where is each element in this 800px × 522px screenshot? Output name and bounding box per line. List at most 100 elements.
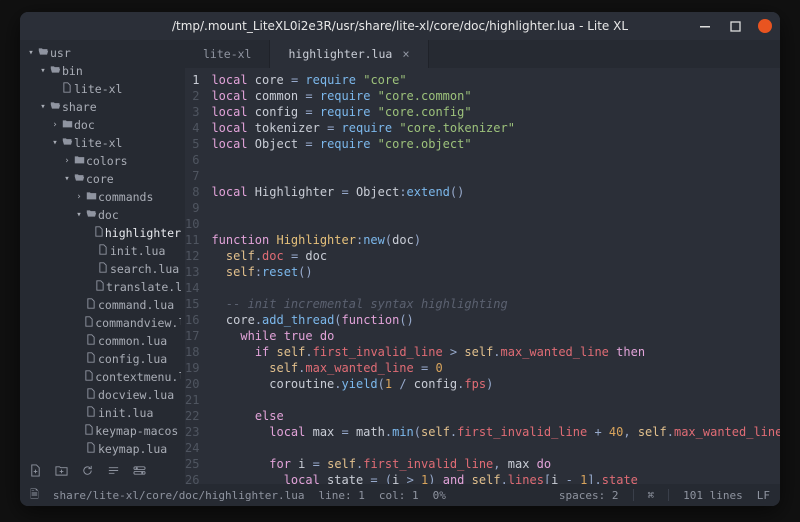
chevron-down-icon[interactable]: ▾ <box>50 138 60 148</box>
code-line[interactable] <box>211 168 780 184</box>
tree-folder[interactable]: ▾bin <box>20 62 185 80</box>
tree-item-label: usr <box>50 46 71 60</box>
code-line[interactable]: self.doc = doc <box>211 248 780 264</box>
code-line[interactable]: -- init incremental syntax highlighting <box>211 296 780 312</box>
tree-file[interactable]: keymap-macos.l <box>20 422 185 440</box>
tree-folder[interactable]: ›doc <box>20 116 185 134</box>
status-path: share/lite-xl/core/doc/highlighter.lua <box>53 489 305 502</box>
code-line[interactable]: local config = require "core.config" <box>211 104 780 120</box>
code-line[interactable] <box>211 152 780 168</box>
code-area[interactable]: 1234567891011121314151617181920212223242… <box>185 68 780 484</box>
minimize-button[interactable] <box>698 19 712 33</box>
status-file-icon: 🗎 <box>30 486 39 505</box>
tab-label: lite-xl <box>203 47 251 61</box>
tree-file[interactable]: docview.lua <box>20 386 185 404</box>
code-line[interactable] <box>211 200 780 216</box>
tree-item-label: config.lua <box>98 352 167 366</box>
tree-file[interactable]: highlighter.lu <box>20 224 185 242</box>
chevron-right-icon[interactable]: › <box>62 156 72 166</box>
tree-item-label: init.lua <box>98 406 153 420</box>
tree-folder[interactable]: ▾lite-xl <box>20 134 185 152</box>
tree-folder[interactable]: ›colors <box>20 152 185 170</box>
tree-file[interactable]: init.lua <box>20 404 185 422</box>
line-number: 7 <box>185 168 199 184</box>
titlebar[interactable]: /tmp/.mount_LiteXL0i2e3R/usr/share/lite-… <box>20 12 780 40</box>
line-number: 25 <box>185 456 199 472</box>
folder-icon <box>72 154 86 168</box>
code-line[interactable] <box>211 216 780 232</box>
folder-add-icon[interactable] <box>54 463 68 477</box>
reload-icon[interactable] <box>80 463 94 477</box>
folder-open-icon <box>84 208 98 222</box>
code-line[interactable]: local max = math.min(self.first_invalid_… <box>211 424 780 440</box>
chevron-down-icon[interactable]: ▾ <box>38 66 48 76</box>
line-number: 18 <box>185 344 199 360</box>
chevron-down-icon[interactable]: ▾ <box>38 102 48 112</box>
file-icon <box>94 226 105 240</box>
tree-file[interactable]: keymap.lua <box>20 440 185 456</box>
code-line[interactable]: function Highlighter:new(doc) <box>211 232 780 248</box>
tree-file[interactable]: common.lua <box>20 332 185 350</box>
code-line[interactable]: coroutine.yield(1 / config.fps) <box>211 376 780 392</box>
code-line[interactable]: self:reset() <box>211 264 780 280</box>
code-line[interactable]: else <box>211 408 780 424</box>
chevron-down-icon[interactable]: ▾ <box>26 48 36 58</box>
tree-file[interactable]: command.lua <box>20 296 185 314</box>
tree-item-label: search.lua <box>110 262 179 276</box>
code-line[interactable] <box>211 440 780 456</box>
tree-folder[interactable]: ▾core <box>20 170 185 188</box>
tree-folder[interactable]: ▾share <box>20 98 185 116</box>
file-tree[interactable]: ▾usr▾binlite-xl▾share›doc▾lite-xl›colors… <box>20 40 185 456</box>
code-line[interactable]: while true do <box>211 328 780 344</box>
close-button[interactable] <box>758 19 772 33</box>
tree-item-label: contextmenu.lu <box>95 370 181 384</box>
code-line[interactable]: local tokenizer = require "core.tokenize… <box>211 120 780 136</box>
code-line[interactable]: self.max_wanted_line = 0 <box>211 360 780 376</box>
code-line[interactable] <box>211 280 780 296</box>
line-number: 16 <box>185 312 199 328</box>
settings-toggle-icon[interactable] <box>132 463 146 477</box>
chevron-down-icon[interactable]: ▾ <box>62 174 72 184</box>
code-line[interactable]: core.add_thread(function() <box>211 312 780 328</box>
window-title: /tmp/.mount_LiteXL0i2e3R/usr/share/lite-… <box>172 19 628 33</box>
tab[interactable]: lite-xl <box>185 40 270 68</box>
close-icon[interactable]: × <box>402 47 409 61</box>
maximize-button[interactable] <box>728 19 742 33</box>
chevron-down-icon[interactable]: ▾ <box>74 210 84 220</box>
code-content[interactable]: local core = require "core"local common … <box>207 68 780 484</box>
code-line[interactable]: local core = require "core" <box>211 72 780 88</box>
tree-file[interactable]: contextmenu.lu <box>20 368 185 386</box>
tree-folder[interactable]: ▾ doc <box>20 206 185 224</box>
code-line[interactable] <box>211 392 780 408</box>
file-add-icon[interactable] <box>28 463 42 477</box>
tree-folder[interactable]: ▾ usr <box>20 44 185 62</box>
folder-icon <box>60 118 74 132</box>
tree-file[interactable]: config.lua <box>20 350 185 368</box>
status-tree-icon[interactable]: ⌘ <box>648 489 655 502</box>
tree-file[interactable]: init.lua <box>20 242 185 260</box>
line-number: 19 <box>185 360 199 376</box>
chevron-right-icon[interactable]: › <box>74 192 84 202</box>
collapse-icon[interactable] <box>106 463 120 477</box>
status-indent[interactable]: spaces: 2 <box>559 489 619 502</box>
status-eol[interactable]: LF <box>757 489 770 502</box>
line-number: 21 <box>185 392 199 408</box>
code-line[interactable]: if self.first_invalid_line > self.max_wa… <box>211 344 780 360</box>
tree-item-label: lite-xl <box>74 82 122 96</box>
file-icon <box>83 316 95 330</box>
code-line[interactable]: local common = require "core.common" <box>211 88 780 104</box>
tree-file[interactable]: commandview.lu <box>20 314 185 332</box>
tree-item-label: docview.lua <box>98 388 174 402</box>
tree-file[interactable]: search.lua <box>20 260 185 278</box>
code-line[interactable]: local Highlighter = Object:extend() <box>211 184 780 200</box>
tree-folder[interactable]: ›commands <box>20 188 185 206</box>
tree-item-label: doc <box>98 208 119 222</box>
tree-file[interactable]: translate.lua <box>20 278 185 296</box>
code-line[interactable]: local state = (i > 1) and self.lines[i -… <box>211 472 780 484</box>
tree-file[interactable]: lite-xl <box>20 80 185 98</box>
gutter: 1234567891011121314151617181920212223242… <box>185 68 207 484</box>
tab[interactable]: highlighter.lua× <box>270 40 428 68</box>
chevron-right-icon[interactable]: › <box>50 120 60 130</box>
code-line[interactable]: local Object = require "core.object" <box>211 136 780 152</box>
code-line[interactable]: for i = self.first_invalid_line, max do <box>211 456 780 472</box>
